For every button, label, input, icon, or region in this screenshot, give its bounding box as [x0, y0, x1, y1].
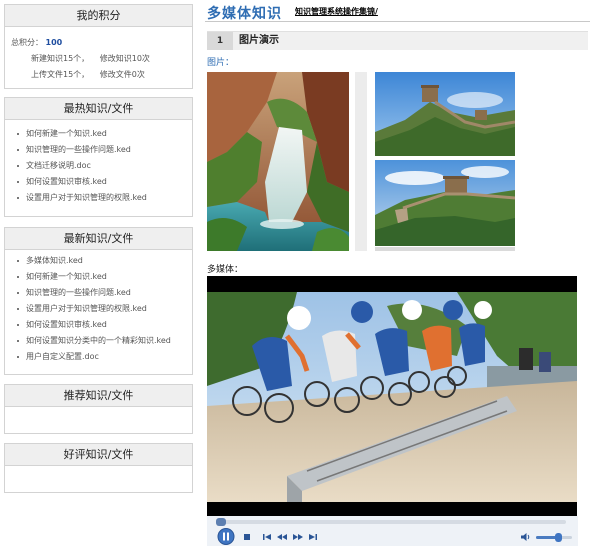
total-score-label: 总积分： — [11, 38, 43, 47]
next-button[interactable] — [307, 531, 319, 543]
fast-forward-icon — [293, 534, 303, 540]
seek-thumb[interactable] — [216, 518, 226, 526]
previous-icon — [263, 534, 271, 540]
new-knowledge-panel: 最新知识/文件 多媒体知识.ked 如何新建一个知识.ked 知识管理的一些操作… — [4, 227, 193, 375]
media-controls — [207, 516, 578, 546]
volume-icon — [521, 533, 530, 541]
play-pause-icon — [217, 528, 235, 545]
rewind-icon — [277, 534, 287, 540]
list-item[interactable]: 知识管理的一些操作问题.ked — [5, 285, 192, 301]
images-bottom-rule — [375, 247, 515, 251]
total-score-value: 100 — [45, 38, 63, 47]
list-item[interactable]: 设置用户对于知识管理的权限.ked — [5, 301, 192, 317]
list-item[interactable]: 知识管理的一些操作问题.ked — [5, 142, 192, 158]
file-stats-row: 上传文件15个， 修改文件0次 — [11, 67, 192, 83]
recommended-knowledge-panel: 推荐知识/文件 — [4, 384, 193, 434]
hot-knowledge-list: 如何新建一个知识.ked 知识管理的一些操作问题.ked 文档迁移说明.doc … — [5, 120, 192, 206]
list-item[interactable]: 设置用户对于知识管理的权限.ked — [5, 190, 192, 206]
section-number: 1 — [207, 32, 233, 50]
pictures-label: 图片： — [207, 58, 235, 68]
list-item[interactable]: 文档迁移说明.doc — [5, 158, 192, 174]
knowledge-stats-row: 新建知识15个， 修改知识10次 — [11, 51, 192, 67]
volume-button[interactable] — [520, 531, 532, 543]
file-uploaded-text: 上传文件15个， — [31, 70, 90, 79]
rewind-button[interactable] — [275, 531, 289, 543]
waterfall-image — [207, 72, 349, 251]
title-divider — [205, 21, 590, 22]
breadcrumb-link[interactable]: 知识管理系统操作集锦/ — [295, 6, 378, 17]
knowledge-modified-text: 修改知识10次 — [99, 54, 150, 63]
multimedia-label: 多媒体： — [207, 265, 244, 275]
section-title: 图片演示 — [239, 35, 279, 46]
great-wall-image-bottom — [375, 160, 515, 246]
volume-slider[interactable] — [536, 533, 572, 542]
list-item[interactable]: 用户自定义配置.doc — [5, 349, 192, 365]
list-item[interactable]: 如何设置知识分类中的一个精彩知识.ked — [5, 333, 192, 349]
next-icon — [309, 534, 317, 540]
list-item[interactable]: 如何设置知识审核.ked — [5, 174, 192, 190]
volume-thumb[interactable] — [555, 533, 562, 542]
file-modified-text: 修改文件0次 — [99, 70, 145, 79]
praised-knowledge-panel: 好评知识/文件 — [4, 443, 193, 493]
previous-button[interactable] — [261, 531, 273, 543]
page-title: 多媒体知识 — [207, 6, 282, 22]
new-knowledge-title: 最新知识/文件 — [5, 228, 192, 250]
score-panel-title: 我的积分 — [5, 5, 192, 27]
video-player[interactable] — [207, 276, 577, 516]
stop-icon — [244, 534, 250, 540]
score-panel: 我的积分 总积分： 100 新建知识15个， 修改知识10次 上传文件15个， … — [4, 4, 193, 89]
play-pause-button[interactable] — [217, 528, 235, 545]
list-item[interactable]: 如何新建一个知识.ked — [5, 269, 192, 285]
knowledge-created-text: 新建知识15个， — [31, 54, 90, 63]
hot-knowledge-title: 最热知识/文件 — [5, 98, 192, 120]
recommended-knowledge-title: 推荐知识/文件 — [5, 385, 192, 407]
praised-knowledge-title: 好评知识/文件 — [5, 444, 192, 466]
new-knowledge-list: 多媒体知识.ked 如何新建一个知识.ked 知识管理的一些操作问题.ked 设… — [5, 250, 192, 365]
image-divider — [355, 72, 367, 251]
total-score-row: 总积分： 100 — [11, 35, 192, 51]
fast-forward-button[interactable] — [291, 531, 305, 543]
seek-bar[interactable] — [216, 518, 566, 526]
great-wall-image-top — [375, 72, 515, 156]
hot-knowledge-panel: 最热知识/文件 如何新建一个知识.ked 知识管理的一些操作问题.ked 文档迁… — [4, 97, 193, 217]
stop-button[interactable] — [241, 531, 253, 543]
video-frame-image — [207, 276, 577, 516]
section-header: 1 图片演示 — [207, 31, 588, 50]
list-item[interactable]: 如何设置知识审核.ked — [5, 317, 192, 333]
score-panel-body: 总积分： 100 新建知识15个， 修改知识10次 上传文件15个， 修改文件0… — [5, 27, 192, 83]
list-item[interactable]: 如何新建一个知识.ked — [5, 126, 192, 142]
list-item[interactable]: 多媒体知识.ked — [5, 253, 192, 269]
